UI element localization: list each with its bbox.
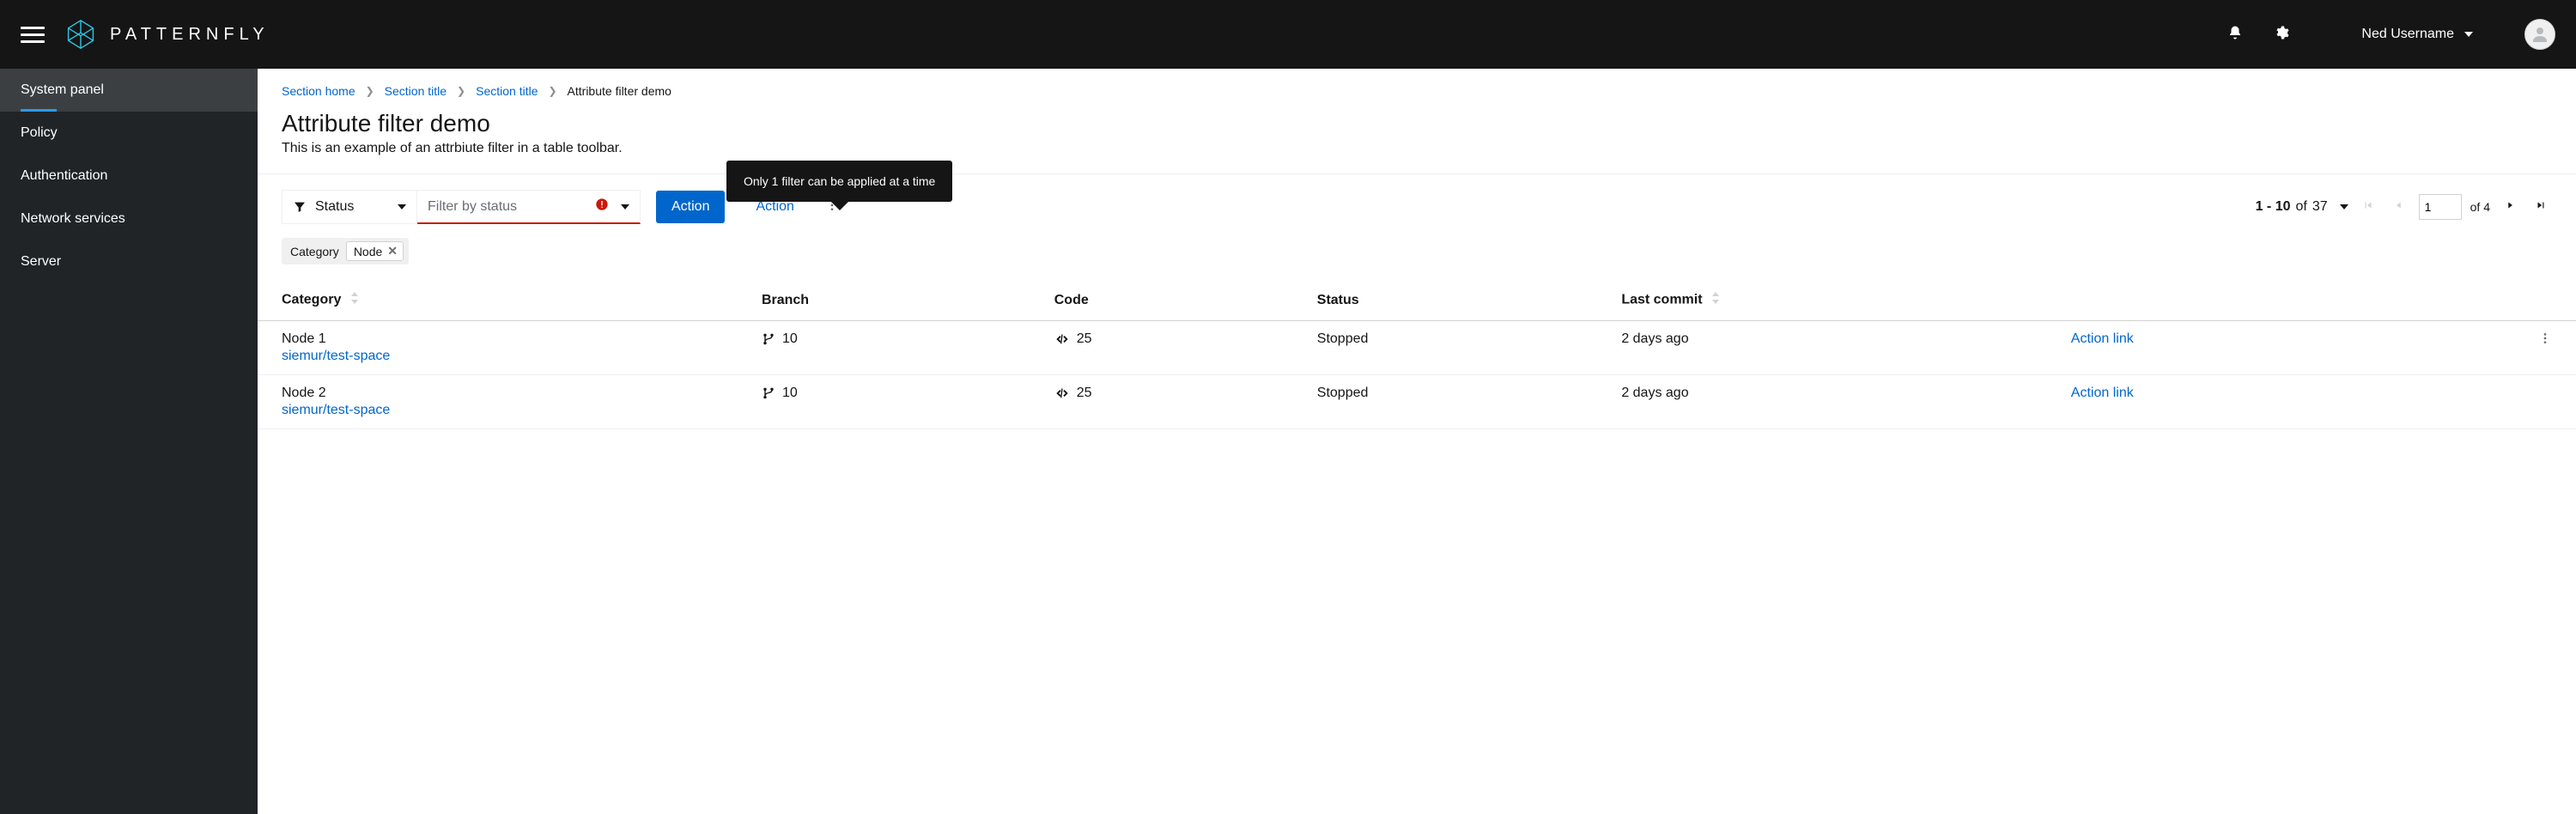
column-header-actions <box>2047 280 2386 321</box>
branch-icon <box>762 386 775 400</box>
status-filter-placeholder: Filter by status <box>428 199 517 215</box>
branch-icon <box>762 332 775 346</box>
chip-label: Node <box>354 245 382 258</box>
sidebar-item-authentication[interactable]: Authentication <box>0 155 258 197</box>
sidebar-item-system-panel[interactable]: System panel <box>0 69 258 112</box>
pagination-last-button[interactable] <box>2530 194 2552 221</box>
pagination-page-input[interactable] <box>2419 194 2462 220</box>
status-value: Stopped <box>1293 321 1598 375</box>
last-commit-value: 2 days ago <box>1597 375 2046 429</box>
tooltip-content: Only 1 filter can be applied at a time <box>726 161 952 202</box>
chip-remove-button[interactable]: ✕ <box>387 244 398 258</box>
filter-chip: Node ✕ <box>346 241 404 261</box>
sidebar-item-policy[interactable]: Policy <box>0 112 258 155</box>
row-action-link[interactable]: Action link <box>2071 331 2134 346</box>
attribute-filter-group: Status Filter by status <box>282 190 641 224</box>
column-header-branch: Branch <box>738 280 1030 321</box>
pagination-next-button[interactable] <box>2499 194 2521 221</box>
items-per-page-toggle[interactable]: 1 - 10 of 37 <box>2256 199 2348 215</box>
row-action-link[interactable]: Action link <box>2071 386 2134 400</box>
table-row: Node 2 siemur/test-space 10 25 Stopped 2… <box>258 375 2576 429</box>
pagination: 1 - 10 of 37 of 4 <box>2256 194 2552 221</box>
user-menu-toggle[interactable]: Ned Username <box>2361 27 2473 42</box>
primary-action-button[interactable]: Action <box>656 191 725 223</box>
main-content: Section home ❯ Section title ❯ Section t… <box>258 69 2576 814</box>
breadcrumb-link[interactable]: Section home <box>282 84 355 98</box>
settings-gear-icon[interactable] <box>2274 25 2289 45</box>
page-description: This is an example of an attrbiute filte… <box>258 141 2576 173</box>
chevron-down-icon <box>2464 32 2473 37</box>
username-label: Ned Username <box>2361 27 2454 42</box>
row-kebab-toggle[interactable] <box>2538 334 2552 349</box>
nav-toggle-button[interactable] <box>21 22 45 46</box>
row-space-link[interactable]: siemur/test-space <box>282 403 714 418</box>
user-avatar[interactable] <box>2524 19 2555 50</box>
row-name: Node 1 <box>282 331 714 347</box>
status-filter-select-toggle[interactable]: Filter by status <box>417 190 641 224</box>
code-icon <box>1054 332 1070 346</box>
data-table: Category Branch Code Status Last commit <box>258 280 2576 429</box>
column-header-status: Status <box>1293 280 1598 321</box>
code-icon <box>1054 386 1070 400</box>
filter-chips-row: Category Node ✕ <box>258 231 2576 280</box>
breadcrumb-current: Attribute filter demo <box>568 84 671 98</box>
chevron-right-icon: ❯ <box>457 85 465 97</box>
sort-icon <box>350 292 359 308</box>
brand-logo[interactable]: PATTERNFLY <box>65 19 270 50</box>
breadcrumb: Section home ❯ Section title ❯ Section t… <box>258 69 2576 98</box>
masthead: PATTERNFLY Ned Username <box>0 0 2576 69</box>
branch-value: 10 <box>782 331 798 347</box>
breadcrumb-link[interactable]: Section title <box>385 84 447 98</box>
pagination-first-button[interactable] <box>2357 194 2379 221</box>
filter-icon <box>293 200 307 214</box>
chevron-down-icon <box>621 204 629 210</box>
code-value: 25 <box>1077 386 1092 401</box>
sidebar-item-network-services[interactable]: Network services <box>0 197 258 240</box>
chevron-right-icon: ❯ <box>548 85 556 97</box>
chip-group-category: Category Node ✕ <box>282 238 409 264</box>
pagination-prev-button[interactable] <box>2388 194 2410 221</box>
chevron-right-icon: ❯ <box>366 85 374 97</box>
chip-group-label: Category <box>290 245 339 258</box>
attribute-select-label: Status <box>315 199 354 215</box>
pagination-range: 1 - 10 <box>2256 199 2291 215</box>
attribute-select-toggle[interactable]: Status <box>282 190 417 224</box>
branch-value: 10 <box>782 386 798 401</box>
column-header-kebab <box>2386 280 2576 321</box>
tooltip: Only 1 filter can be applied at a time <box>726 161 952 202</box>
row-space-link[interactable]: siemur/test-space <box>282 349 714 364</box>
last-commit-value: 2 days ago <box>1597 321 2046 375</box>
chevron-down-icon <box>2340 204 2348 210</box>
status-value: Stopped <box>1293 375 1598 429</box>
code-value: 25 <box>1077 331 1092 347</box>
page-title: Attribute filter demo <box>258 98 2576 141</box>
column-header-category[interactable]: Category <box>258 280 738 321</box>
table-toolbar: Status Filter by status Action Action <box>258 174 2576 231</box>
sidebar-nav: System panel Policy Authentication Netwo… <box>0 69 258 814</box>
sidebar-item-server[interactable]: Server <box>0 240 258 283</box>
column-header-code: Code <box>1030 280 1293 321</box>
patternfly-logo-icon <box>65 19 96 50</box>
table-row: Node 1 siemur/test-space 10 25 Stopped 2… <box>258 321 2576 375</box>
notifications-bell-icon[interactable] <box>2227 25 2243 45</box>
sort-icon <box>1711 292 1720 308</box>
pagination-of-label: of 4 <box>2470 200 2490 214</box>
brand-text: PATTERNFLY <box>110 25 270 45</box>
column-header-last-commit[interactable]: Last commit <box>1597 280 2046 321</box>
row-name: Node 2 <box>282 386 714 401</box>
breadcrumb-link[interactable]: Section title <box>476 84 538 98</box>
error-icon <box>595 197 609 216</box>
chevron-down-icon <box>398 204 406 210</box>
